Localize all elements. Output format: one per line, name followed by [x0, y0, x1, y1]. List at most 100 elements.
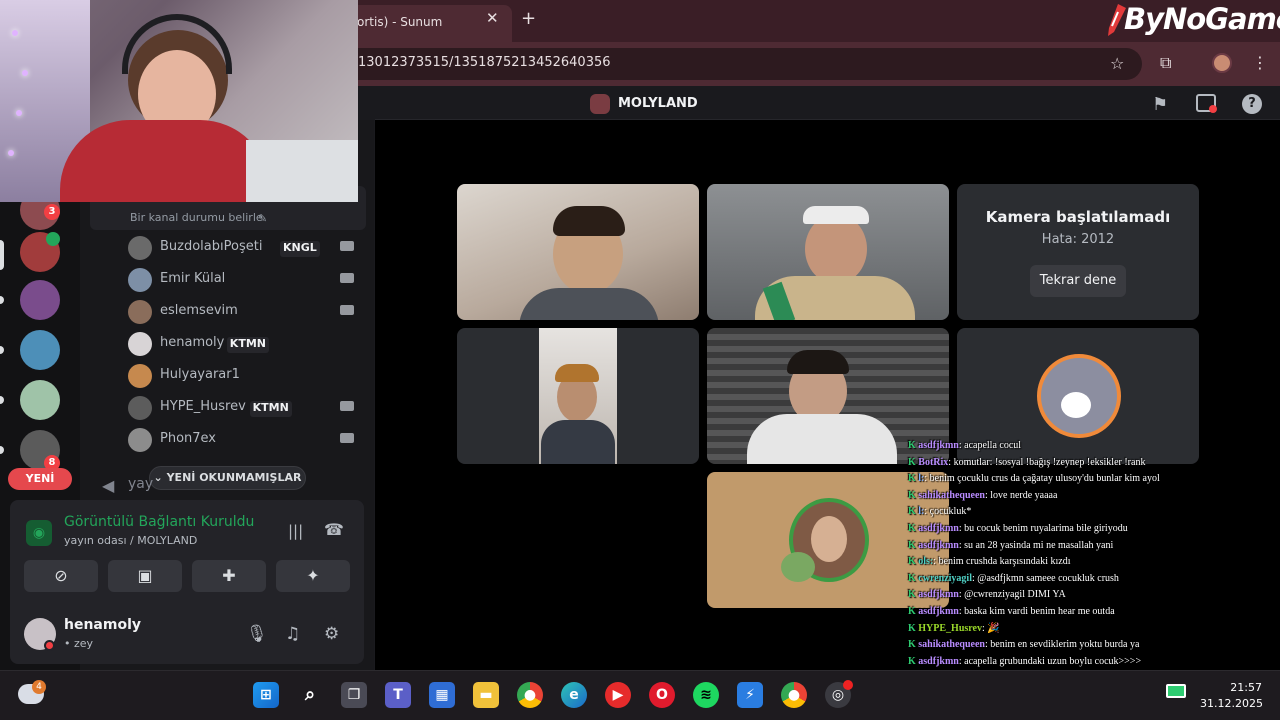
member-row[interactable]: HYPE_Husrev KTMN: [128, 395, 360, 421]
kick-badge-icon: K: [908, 606, 919, 617]
bookmark-star-icon[interactable]: ☆: [1110, 54, 1124, 73]
headphones-icon[interactable]: ♫: [285, 624, 300, 644]
chat-message: K asdfjkmn: baska kim vardi benim hear m…: [908, 606, 1115, 617]
url-input[interactable]: 13012373515/1351875213452640356: [330, 48, 1142, 80]
member-name: Phon7ex: [160, 431, 217, 446]
channel-name-partial[interactable]: yay: [128, 476, 153, 492]
member-row[interactable]: Hulyayarar1: [128, 363, 360, 389]
microphone-icon[interactable]: 🎙: [246, 624, 268, 644]
more-menu-icon[interactable]: ⋮: [1252, 53, 1268, 72]
store-icon[interactable]: ▦: [429, 682, 455, 708]
video-tile-1[interactable]: [457, 184, 699, 320]
chat-text: acapella cocul: [964, 440, 1022, 451]
tab-title: ortis) - Sunum: [357, 15, 443, 29]
chat-username: HYPE_Husrev: [918, 622, 982, 634]
chat-message: K l:: benim çocuklu crus da çağatay ulus…: [908, 473, 1160, 485]
pencil-icon[interactable]: ✎: [258, 212, 267, 225]
member-name: HYPE_Husrev: [160, 399, 246, 414]
member-name: BuzdolabıPoşeti: [160, 239, 263, 254]
participant-shirt: [519, 288, 659, 320]
participant-face: [805, 214, 867, 284]
signal-icon[interactable]: ◉: [26, 520, 52, 546]
participant-hoodie: [747, 414, 897, 464]
spotify-icon[interactable]: ≋: [693, 682, 719, 708]
dnd-status-icon: [44, 640, 55, 651]
tab-close-icon[interactable]: ✕: [486, 9, 499, 27]
member-row[interactable]: Phon7ex: [128, 427, 360, 453]
new-tab-button[interactable]: +: [521, 8, 536, 29]
chat-username: asdfjkmn: [918, 655, 959, 667]
member-tag: KTMN: [249, 401, 292, 417]
video-camera-icon: [340, 273, 354, 283]
kick-badge-icon: K: [908, 473, 919, 485]
chat-text: @asdfjkmn sameee cocukluk crush: [977, 572, 1119, 584]
new-unread-button[interactable]: ⌄ YENİ OKUNMAMIŞLAR: [149, 466, 306, 490]
kick-badge-icon: K: [908, 440, 919, 451]
popout-icon[interactable]: [1196, 94, 1217, 113]
media-player-icon[interactable]: ▶: [605, 682, 631, 708]
app-icon[interactable]: ⚡: [737, 682, 763, 708]
member-row[interactable]: Emir Külal: [128, 267, 360, 293]
user-status: • zey: [64, 637, 94, 650]
edge-icon[interactable]: e: [561, 682, 587, 708]
voice-status-title[interactable]: Görüntülü Bağlantı Kuruldu: [64, 514, 254, 530]
activities-button[interactable]: ✚: [192, 560, 266, 592]
search-icon[interactable]: ⌕: [297, 682, 323, 708]
screen-share-button[interactable]: ▣: [108, 560, 182, 592]
extensions-icon[interactable]: ⧉: [1160, 53, 1171, 73]
task-view-icon[interactable]: ❐: [341, 682, 367, 708]
chat-text: @cwrenziyagil DIMI YA: [964, 589, 1066, 601]
member-avatar: [128, 332, 152, 356]
voice-channel-path[interactable]: yayın odası / MOLYLAND: [64, 534, 197, 547]
chat-username: asdfjkmn: [918, 523, 959, 534]
chrome-icon[interactable]: ●: [517, 682, 543, 708]
member-row[interactable]: eslemsevim: [128, 299, 360, 325]
chat-text: 🎉: [987, 622, 1000, 634]
member-row[interactable]: BuzdolabıPoşeti KNGL: [128, 235, 360, 261]
battery-icon[interactable]: [1166, 684, 1186, 698]
chat-text: benim crushda karşısındaki kızdı: [938, 556, 1071, 568]
stage-topbar: [375, 86, 1280, 120]
profile-avatar[interactable]: [1212, 53, 1232, 73]
new-badge[interactable]: YENİ: [8, 468, 72, 490]
clock-time[interactable]: 21:57: [1226, 681, 1262, 694]
video-camera-icon: [340, 241, 354, 251]
chat-message: K sahikathequeen: love nerde yaaaa: [908, 489, 1058, 501]
retry-button[interactable]: Tekrar dene: [1030, 265, 1126, 297]
kick-badge-icon: K: [908, 539, 919, 551]
chat-text: komutlar: !sosyal !bağış !zeynep !eksikl…: [953, 456, 1146, 468]
file-explorer-icon[interactable]: ▬: [473, 682, 499, 708]
chat-message: K asdfjkmn: acapella cocul: [908, 440, 1022, 451]
member-name: eslemsevim: [160, 303, 238, 318]
string-light: [12, 30, 18, 36]
server-icon-4[interactable]: [20, 330, 60, 370]
member-name: henamoly: [160, 335, 225, 350]
chat-username: sahikathequeen: [918, 489, 985, 501]
member-row[interactable]: henamoly KTMN: [128, 331, 360, 357]
server-icon-5[interactable]: [20, 380, 60, 420]
server-icon-3[interactable]: [20, 280, 60, 320]
chat-username: sahikathequeen: [918, 639, 985, 651]
server-video-icon: [46, 232, 60, 246]
chrome-profile-icon[interactable]: ●: [781, 682, 807, 708]
user-name[interactable]: henamoly: [64, 617, 141, 633]
new-unread-label: YENİ OKUNMAMIŞLAR: [166, 471, 302, 484]
disconnect-icon[interactable]: ☎: [324, 520, 344, 539]
kick-badge-icon: K: [908, 456, 919, 468]
flag-icon[interactable]: ⚑: [1152, 94, 1168, 115]
opera-icon[interactable]: O: [649, 682, 675, 708]
settings-gear-icon[interactable]: ⚙: [324, 624, 339, 644]
video-tile-3[interactable]: [457, 328, 699, 464]
chat-message: K sahikathequeen: benim en sevdiklerim y…: [908, 639, 1140, 651]
headphones-icon: [122, 14, 232, 74]
chat-username: asdfjkmn: [918, 606, 959, 617]
camera-off-button[interactable]: ⊘: [24, 560, 98, 592]
kick-badge-icon: K: [908, 639, 919, 651]
noise-suppression-icon[interactable]: |||: [288, 522, 303, 540]
soundboard-button[interactable]: ✦: [276, 560, 350, 592]
help-icon[interactable]: ?: [1242, 94, 1262, 114]
clock-date[interactable]: 31.12.2025: [1200, 697, 1263, 710]
teams-icon[interactable]: T: [385, 682, 411, 708]
start-icon[interactable]: ⊞: [253, 682, 279, 708]
video-tile-2[interactable]: [707, 184, 949, 320]
